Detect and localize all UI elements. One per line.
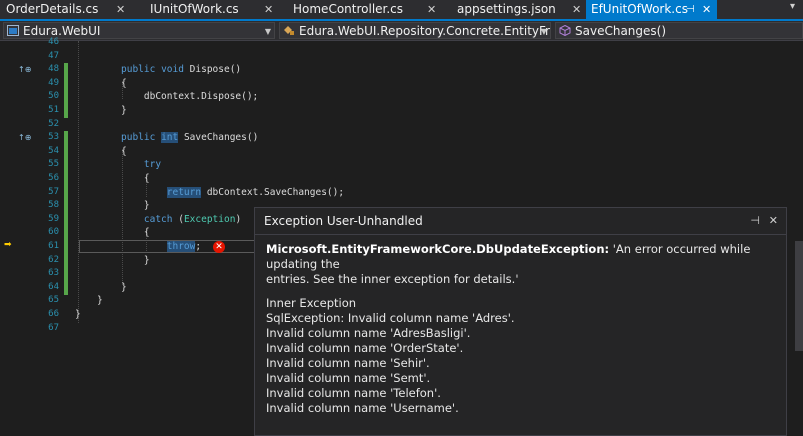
inner-exception-header: Inner Exception: [266, 296, 357, 310]
codelens-implementation-icon[interactable]: ↑⊕: [18, 131, 31, 145]
inner-exception-line: Invalid column name 'AdresBasligi'.: [266, 326, 471, 340]
line-number: 50: [48, 91, 59, 102]
line-number: 55: [48, 159, 59, 170]
code-line[interactable]: 52: [0, 118, 803, 132]
line-number: 59: [48, 213, 59, 224]
line-number: 67: [48, 322, 59, 333]
inner-exception-line: Invalid column name 'Sehir'.: [266, 356, 430, 370]
code-text: {: [121, 227, 150, 239]
code-line[interactable]: 53 ↑⊕ public int SaveChanges(): [0, 131, 803, 145]
tab-label: IUnitOfWork.cs: [150, 2, 239, 16]
code-text: }: [121, 105, 127, 116]
current-statement-arrow-icon: ➡: [4, 240, 12, 250]
tab-home-controller[interactable]: HomeController.cs ✕: [293, 0, 436, 19]
code-text: }: [75, 309, 81, 320]
codelens-implementation-icon[interactable]: ↑⊕: [18, 63, 31, 77]
line-number: 66: [48, 309, 59, 319]
tab-label: HomeController.cs: [293, 2, 404, 16]
code-text: }: [121, 281, 127, 293]
tab-close-icon[interactable]: ✕: [572, 0, 581, 19]
pin-icon[interactable]: ⊣: [686, 0, 695, 19]
code-line[interactable]: 46: [0, 36, 803, 50]
code-line[interactable]: 51}: [0, 104, 803, 118]
code-line[interactable]: 50 dbContext.Dispose();: [0, 90, 803, 104]
tab-close-icon[interactable]: ✕: [702, 0, 711, 19]
code-text: }: [121, 200, 150, 212]
tab-appsettings[interactable]: appsettings.json ✕: [457, 0, 581, 19]
line-number: 62: [48, 254, 59, 265]
code-text: public int SaveChanges(): [121, 132, 259, 144]
line-number: 56: [48, 173, 59, 183]
inner-exception-line: Invalid column name 'Semt'.: [266, 371, 431, 385]
inner-exception-line: SqlException: Invalid column name 'Adres…: [266, 311, 515, 325]
exception-popup: Exception User-Unhandled ⊣ ✕ Microsoft.E…: [254, 207, 787, 436]
tab-ef-unit-of-work[interactable]: EfUnitOfWork.cs ⊣ ✕: [586, 0, 717, 19]
current-statement-box: [79, 240, 255, 253]
error-icon[interactable]: ✕: [213, 241, 225, 253]
line-number: 64: [48, 281, 59, 292]
exception-title: Exception User-Unhandled: [264, 214, 423, 228]
exception-type: Microsoft.EntityFrameworkCore.DbUpdateEx…: [266, 242, 610, 256]
tab-iunitofwork[interactable]: IUnitOfWork.cs ✕: [150, 0, 273, 19]
tab-label: OrderDetails.cs: [6, 2, 99, 16]
tab-close-icon[interactable]: ✕: [427, 0, 436, 19]
tab-close-icon[interactable]: ✕: [116, 0, 125, 19]
exception-title-bar: Exception User-Unhandled ⊣ ✕: [255, 208, 786, 235]
pin-icon[interactable]: ⊣: [750, 208, 760, 234]
line-number: 54: [48, 145, 59, 156]
line-number: 65: [48, 295, 59, 306]
code-line[interactable]: 48 ↑⊕ public void Dispose(): [0, 63, 803, 77]
code-text: }: [121, 254, 150, 266]
line-number: 49: [48, 77, 59, 88]
tab-overflow-chevron-icon[interactable]: ▾: [790, 1, 795, 12]
line-number: 57: [48, 186, 59, 197]
line-number: 58: [48, 200, 59, 211]
document-tab-strip: OrderDetails.cs ✕ IUnitOfWork.cs ✕ HomeC…: [0, 0, 803, 21]
exception-body: Microsoft.EntityFrameworkCore.DbUpdateEx…: [255, 235, 786, 416]
code-line[interactable]: 47: [0, 50, 803, 64]
code-text: return dbContext.SaveChanges();: [166, 186, 345, 198]
line-number: 51: [48, 105, 59, 115]
inner-exception-line: Invalid column name 'Username'.: [266, 401, 459, 415]
line-number: 60: [48, 227, 59, 238]
code-line[interactable]: 54 {: [0, 145, 803, 159]
tab-label: appsettings.json: [457, 2, 556, 16]
csharp-project-icon: [7, 25, 19, 36]
vertical-scrollbar[interactable]: [794, 41, 803, 436]
line-number: 63: [48, 268, 59, 279]
line-number: 61: [48, 241, 59, 251]
method-icon: [559, 25, 571, 36]
code-text: dbContext.Dispose();: [121, 91, 259, 103]
code-text: public void Dispose(): [121, 64, 242, 76]
tab-label: EfUnitOfWork.cs: [591, 2, 688, 16]
line-number: 52: [48, 118, 59, 129]
exception-message-part: entries. See the inner exception for det…: [266, 272, 519, 286]
code-text: {: [121, 77, 127, 89]
code-text: try: [143, 159, 162, 171]
class-icon: [284, 26, 294, 35]
code-line[interactable]: 49 {: [0, 77, 803, 91]
code-text: {: [121, 173, 150, 184]
tab-order-details[interactable]: OrderDetails.cs ✕: [6, 0, 125, 19]
inner-exception-line: Invalid column name 'Telefon'.: [266, 386, 441, 400]
close-icon[interactable]: ✕: [769, 208, 778, 234]
line-number: 47: [48, 50, 59, 61]
code-line[interactable]: 55 try: [0, 158, 803, 172]
code-text: }: [97, 295, 103, 307]
exception-message: Microsoft.EntityFrameworkCore.DbUpdateEx…: [266, 242, 776, 272]
tab-close-icon[interactable]: ✕: [264, 0, 273, 19]
scrollbar-thumb[interactable]: [795, 241, 803, 351]
code-text: {: [121, 145, 127, 157]
code-line[interactable]: 57 return dbContext.SaveChanges();: [0, 186, 803, 200]
code-line[interactable]: 56 {: [0, 172, 803, 186]
code-text: catch (Exception): [143, 213, 242, 225]
inner-exception-line: Invalid column name 'OrderState'.: [266, 341, 464, 355]
line-number: 46: [48, 37, 59, 47]
